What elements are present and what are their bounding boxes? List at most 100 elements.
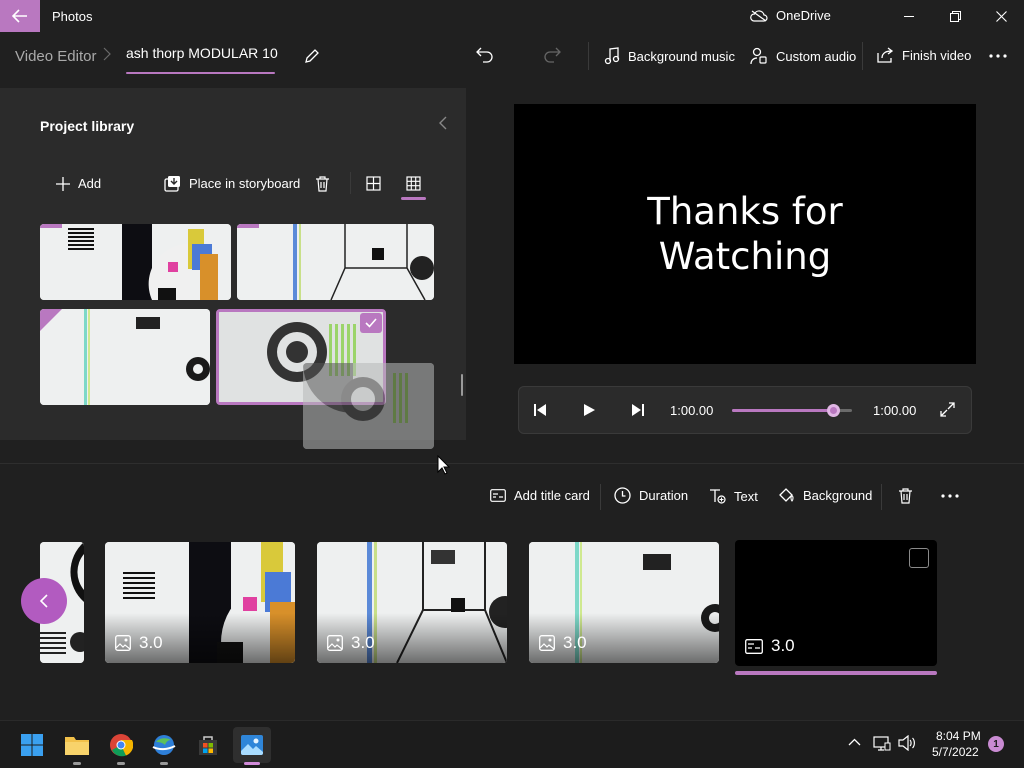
chevron-up-icon xyxy=(848,738,861,746)
minimize-icon xyxy=(904,15,914,17)
delete-clip-button[interactable] xyxy=(898,488,913,504)
play-button[interactable] xyxy=(583,403,596,417)
panel-divider xyxy=(0,463,1024,464)
add-media-button[interactable]: Add xyxy=(56,176,101,191)
photos-icon xyxy=(241,735,263,755)
finish-video-button[interactable]: Finish video xyxy=(877,47,971,63)
taskbar-file-explorer[interactable] xyxy=(58,727,96,765)
chevron-right-icon xyxy=(103,47,111,61)
cursor-arrow-icon xyxy=(437,455,450,475)
taskbar-chrome[interactable] xyxy=(102,727,140,765)
taskbar-photos[interactable] xyxy=(233,727,271,765)
project-name[interactable]: ash thorp MODULAR 10 xyxy=(126,45,278,61)
library-thumbnail[interactable] xyxy=(237,224,434,300)
background-label: Background xyxy=(803,488,873,503)
back-button[interactable] xyxy=(0,0,40,32)
image-icon xyxy=(327,635,343,651)
mouse-cursor xyxy=(437,455,450,475)
clip-duration-value: 3.0 xyxy=(563,633,587,652)
storyboard-clip[interactable]: 3.0 xyxy=(317,542,507,663)
breadcrumb-separator xyxy=(103,47,111,61)
storyboard-clip[interactable]: 3.0 xyxy=(105,542,295,663)
clock-date[interactable]: 5/7/2022 xyxy=(932,745,979,759)
clip-duration: 3.0 xyxy=(745,636,795,656)
chevron-left-icon xyxy=(39,594,48,608)
breadcrumb-video-editor[interactable]: Video Editor xyxy=(15,48,96,65)
start-button[interactable] xyxy=(13,727,51,763)
background-button[interactable]: Background xyxy=(778,487,872,504)
close-icon xyxy=(995,10,1007,22)
thumbnail-art xyxy=(303,363,434,449)
title-card-icon xyxy=(490,489,506,502)
onedrive-status[interactable]: OneDrive xyxy=(750,8,831,23)
show-hidden-icons-button[interactable] xyxy=(848,738,861,746)
expand-icon xyxy=(940,402,955,417)
undo-icon xyxy=(476,47,493,63)
current-time: 1:00.00 xyxy=(670,403,714,418)
clock-time[interactable]: 8:04 PM xyxy=(936,729,981,743)
text-label: Text xyxy=(734,488,758,504)
clip-duration-value: 3.0 xyxy=(139,633,163,652)
rename-button[interactable] xyxy=(303,47,321,65)
thumbnail-art xyxy=(40,224,231,300)
clip-select-checkbox[interactable] xyxy=(909,548,929,568)
library-thumbnail[interactable] xyxy=(40,224,231,300)
video-preview[interactable]: Thanks for Watching xyxy=(514,104,976,364)
chrome-icon xyxy=(110,734,133,757)
selected-check-badge[interactable] xyxy=(360,313,382,333)
drag-preview-ghost xyxy=(303,363,434,449)
add-title-card-button[interactable]: Add title card xyxy=(490,488,590,503)
taskbar-app[interactable] xyxy=(145,727,183,765)
storyboard-toolbar-divider xyxy=(600,484,601,510)
fullscreen-button[interactable] xyxy=(940,402,955,417)
volume-status[interactable] xyxy=(898,735,916,751)
person-audio-icon xyxy=(750,47,767,65)
redo-button[interactable] xyxy=(543,47,561,63)
add-media-label: Add xyxy=(78,176,102,191)
total-time: 1:00.00 xyxy=(873,403,917,418)
app-title: Photos xyxy=(52,9,93,24)
clip-duration: 3.0 xyxy=(539,633,587,653)
arrow-left-icon xyxy=(12,9,27,23)
duration-button[interactable]: Duration xyxy=(614,487,688,504)
large-grid-view-button[interactable] xyxy=(366,176,381,191)
redo-icon xyxy=(544,47,561,63)
library-scrollbar[interactable] xyxy=(461,374,463,396)
paint-bucket-icon xyxy=(779,488,794,502)
storyboard-clip[interactable]: 3.0 xyxy=(529,542,719,663)
custom-audio-button[interactable]: Custom audio xyxy=(750,47,856,65)
place-in-storyboard-button[interactable]: Place in storyboard xyxy=(164,175,300,192)
taskbar-microsoft-store[interactable] xyxy=(189,727,227,763)
library-divider xyxy=(350,172,351,194)
image-icon xyxy=(115,635,131,651)
previous-frame-button[interactable] xyxy=(533,403,547,417)
speaker-icon xyxy=(898,735,915,751)
undo-button[interactable] xyxy=(476,47,494,63)
minimize-button[interactable] xyxy=(886,0,932,32)
clip-duration: 3.0 xyxy=(115,633,163,653)
thumbnail-art xyxy=(237,224,434,300)
more-options-button[interactable] xyxy=(989,54,1007,58)
delete-library-item-button[interactable] xyxy=(315,176,330,192)
collapse-library-button[interactable] xyxy=(438,115,448,131)
storyboard-scroll-left-button[interactable] xyxy=(21,578,67,624)
grid-small-icon xyxy=(406,176,421,191)
notification-badge[interactable]: 1 xyxy=(988,736,1004,752)
pencil-icon xyxy=(305,49,319,63)
storyboard-more-button[interactable] xyxy=(941,494,959,498)
storyboard-title-card[interactable]: 3.0 xyxy=(735,540,937,666)
next-frame-button[interactable] xyxy=(631,403,645,417)
small-grid-view-button[interactable] xyxy=(406,176,421,191)
preview-title-line: Thanks for xyxy=(647,190,843,233)
network-status[interactable] xyxy=(873,735,891,751)
text-button[interactable]: Text xyxy=(709,488,758,504)
title-card-icon xyxy=(745,638,763,654)
clip-duration-value: 3.0 xyxy=(771,636,795,655)
seek-thumb[interactable] xyxy=(827,404,840,417)
finish-video-label: Finish video xyxy=(902,47,972,63)
background-music-button[interactable]: Background music xyxy=(604,47,735,65)
close-button[interactable] xyxy=(978,0,1024,32)
library-thumbnail[interactable] xyxy=(40,309,210,405)
restore-button[interactable] xyxy=(932,0,978,32)
selected-clip-indicator xyxy=(735,671,937,675)
